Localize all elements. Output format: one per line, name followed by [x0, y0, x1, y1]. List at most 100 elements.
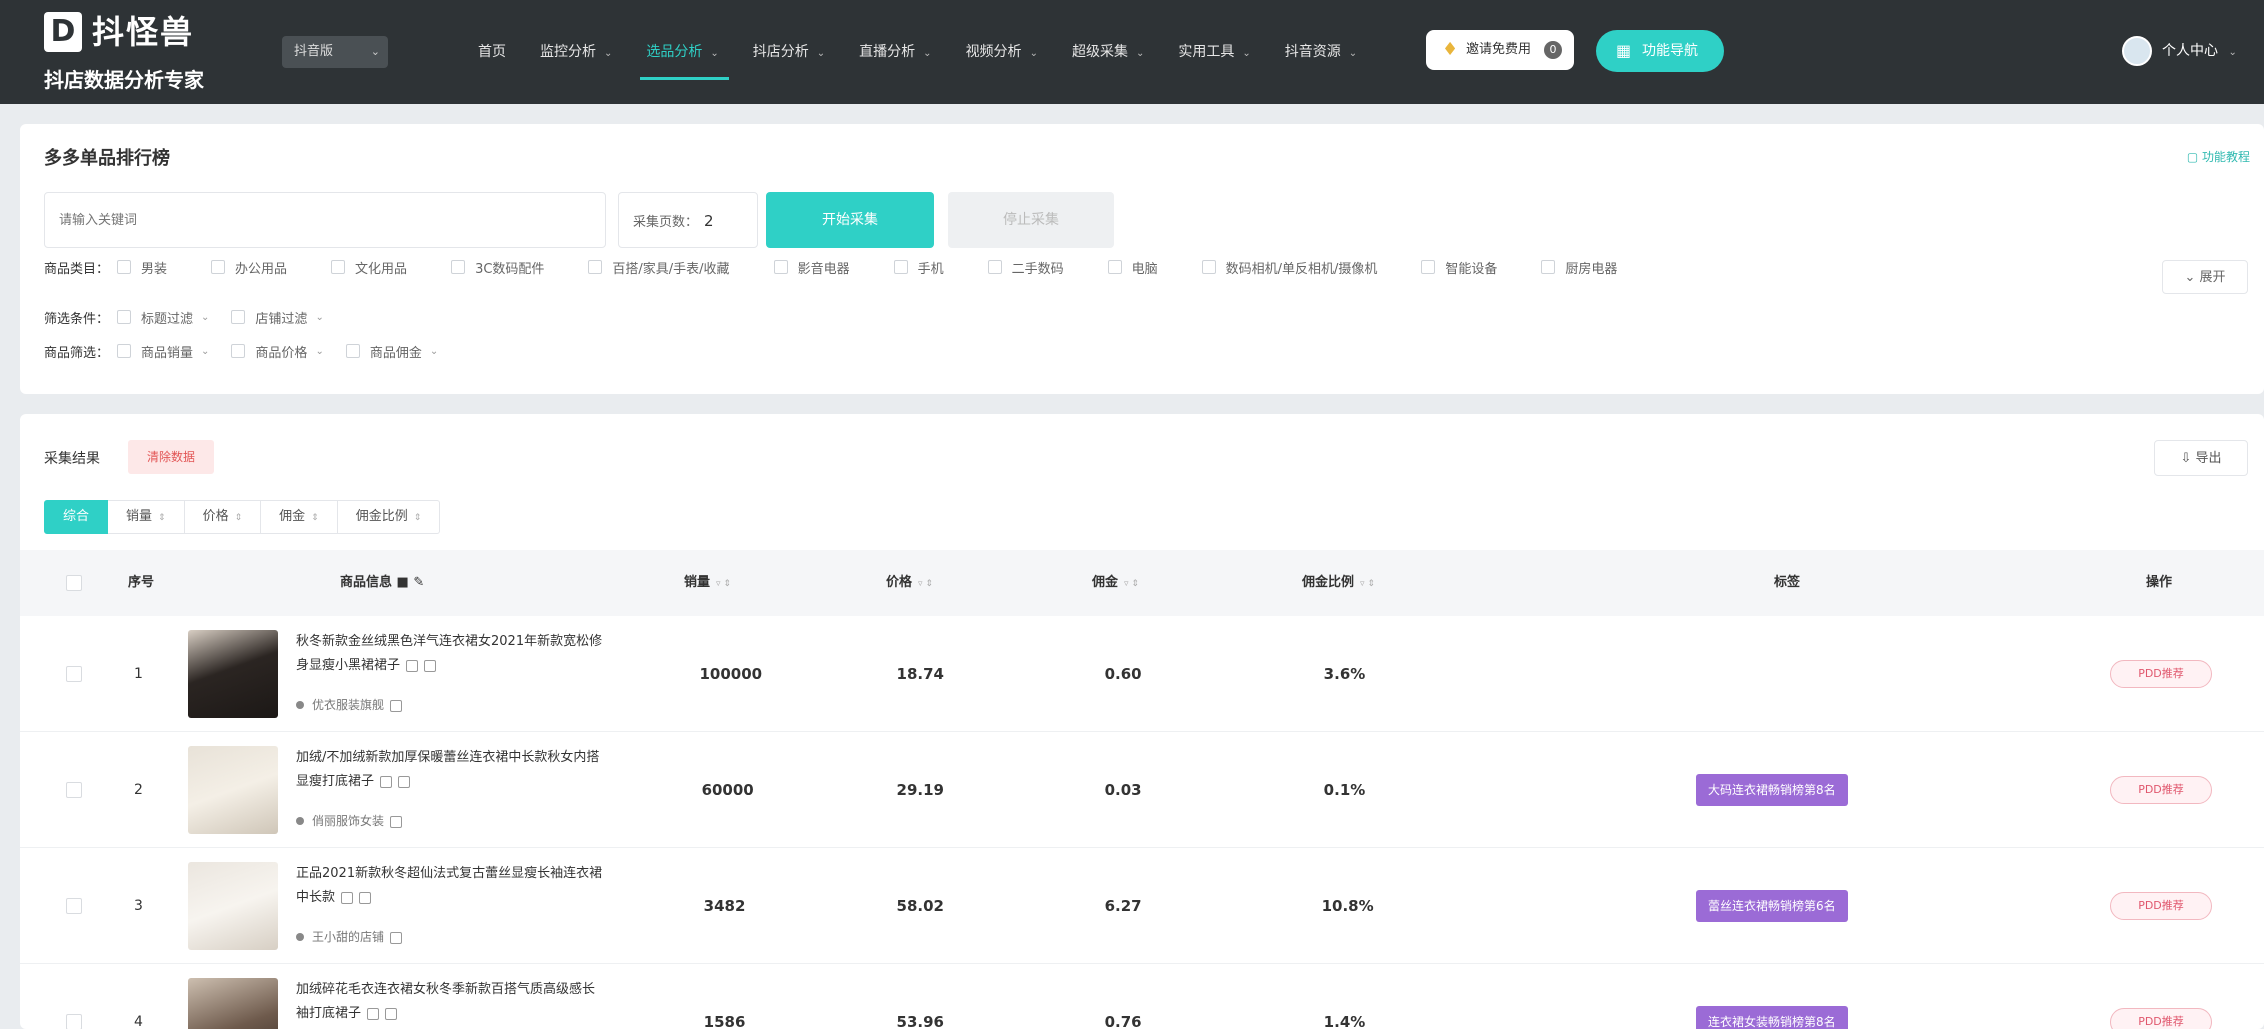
pages-field[interactable]: 采集页数： 2: [618, 192, 758, 248]
nav-item[interactable]: 实用工具 ⌄: [1178, 30, 1264, 74]
category-checkbox[interactable]: [117, 260, 132, 274]
category-checkbox[interactable]: [588, 260, 603, 274]
product-title[interactable]: 正品2021新款秋冬超仙法式复古蕾丝显瘦长袖连衣裙中长款: [296, 862, 606, 910]
product-title[interactable]: 加绒碎花毛衣连衣裙女秋冬季新款百搭气质高级感长袖打底裙子: [296, 978, 606, 1026]
category-option[interactable]: 百搭/家具/手表/收藏: [588, 258, 730, 277]
category-option[interactable]: 数码相机/单反相机/摄像机: [1201, 258, 1377, 277]
invite-button[interactable]: ♦ 邀请免费用 0: [1426, 30, 1574, 70]
category-option[interactable]: 智能设备: [1421, 258, 1497, 277]
nav-item[interactable]: 选品分析 ⌄: [640, 30, 732, 80]
category-option[interactable]: 文化用品: [331, 258, 407, 277]
nav-item[interactable]: 抖店分析 ⌄: [753, 30, 839, 74]
product-title[interactable]: 加绒/不加绒新款加厚保暖蕾丝连衣裙中长款秋女内搭显瘦打底裙子: [296, 746, 606, 794]
product-thumbnail[interactable]: [188, 630, 278, 718]
copy-icon[interactable]: [406, 659, 419, 672]
product-thumbnail[interactable]: [188, 862, 278, 950]
row-checkbox[interactable]: [66, 782, 82, 798]
row-checkbox[interactable]: [66, 666, 82, 682]
filter-dropdown[interactable]: 商品销量 ⌄: [117, 342, 209, 361]
category-checkbox[interactable]: [331, 260, 346, 274]
category-option[interactable]: 影音电器: [773, 258, 850, 277]
shop-name[interactable]: 俏丽服饰女装: [296, 812, 403, 829]
copy-icon[interactable]: [398, 775, 411, 788]
category-option[interactable]: 电脑: [1107, 258, 1158, 277]
copy-icon[interactable]: [380, 775, 393, 788]
export-button[interactable]: ⇩ 导出: [2154, 440, 2248, 476]
shop-name[interactable]: 优衣服装旗舰: [296, 696, 403, 713]
nav-item[interactable]: 直播分析 ⌄: [859, 30, 945, 74]
category-checkbox[interactable]: [1201, 260, 1216, 274]
category-checkbox[interactable]: [1421, 260, 1436, 274]
sort-tab[interactable]: 佣金 ⇕: [261, 500, 338, 534]
category-option[interactable]: 3C数码配件: [451, 258, 544, 277]
copy-icon[interactable]: [424, 659, 437, 672]
product-title[interactable]: 秋冬新款金丝绒黑色洋气连衣裙女2021年新款宽松修身显瘦小黑裙裙子: [296, 630, 606, 678]
product-thumbnail[interactable]: [188, 746, 278, 834]
nav-item[interactable]: 视频分析 ⌄: [966, 30, 1052, 74]
col-price[interactable]: 价格 ▿ ⇕: [886, 550, 933, 617]
filter-dropdown[interactable]: 商品价格 ⌄: [231, 342, 324, 361]
category-checkbox[interactable]: [773, 260, 788, 274]
category-checkbox[interactable]: [211, 260, 226, 274]
category-option[interactable]: 男装: [117, 258, 167, 277]
logo[interactable]: D 抖怪兽 抖店数据分析专家: [44, 12, 224, 94]
nav-item[interactable]: 抖音资源 ⌄: [1285, 30, 1371, 74]
clear-data-button[interactable]: 清除数据: [128, 440, 214, 474]
feature-nav-button[interactable]: ▦ 功能导航: [1596, 30, 1724, 72]
copy-icon[interactable]: [390, 931, 403, 944]
select-all-checkbox[interactable]: [66, 575, 82, 591]
col-rate[interactable]: 佣金比例 ▿ ⇕: [1302, 550, 1375, 617]
product-thumbnail[interactable]: [188, 978, 278, 1029]
start-collect-button[interactable]: 开始采集: [766, 192, 934, 248]
copy-icon[interactable]: [390, 699, 403, 712]
copy-icon[interactable]: [367, 1007, 380, 1020]
copy-icon[interactable]: [390, 815, 403, 828]
copy-icon[interactable]: [359, 891, 372, 904]
user-center[interactable]: 个人中心 ⌄: [2122, 30, 2237, 72]
category-checkbox[interactable]: [1107, 260, 1122, 274]
category-option-label: 办公用品: [235, 261, 288, 277]
category-option[interactable]: 手机: [893, 258, 944, 277]
expand-button[interactable]: ⌄ 展开: [2162, 260, 2248, 294]
sort-tab[interactable]: 佣金比例 ⇕: [337, 500, 441, 534]
row-checkbox[interactable]: [66, 1014, 82, 1029]
col-sales[interactable]: 销量 ▿ ⇕: [684, 550, 731, 617]
edit-icon[interactable]: ■ ✎: [397, 575, 425, 590]
filter-checkbox[interactable]: [231, 344, 246, 358]
copy-icon[interactable]: [341, 891, 354, 904]
category-checkbox[interactable]: [893, 260, 908, 274]
category-option[interactable]: 二手数码: [987, 258, 1064, 277]
category-checkbox[interactable]: [451, 260, 466, 274]
pdd-action-button[interactable]: PDD推荐: [2110, 660, 2212, 688]
pdd-action-button[interactable]: PDD推荐: [2110, 776, 2212, 804]
sort-tab[interactable]: 价格 ⇕: [184, 500, 262, 534]
category-checkbox[interactable]: [987, 260, 1002, 274]
version-select[interactable]: 抖音版 ⌄: [282, 36, 388, 68]
stop-collect-button[interactable]: 停止采集: [948, 192, 1114, 248]
pdd-action-button[interactable]: PDD推荐: [2110, 1008, 2212, 1029]
filter-dropdown[interactable]: 店铺过滤 ⌄: [231, 308, 324, 327]
copy-icon[interactable]: [385, 1007, 398, 1020]
filter-checkbox[interactable]: [231, 310, 246, 324]
nav-item[interactable]: 超级采集 ⌄: [1072, 30, 1158, 74]
row-checkbox[interactable]: [66, 898, 82, 914]
filter-dropdown[interactable]: 标题过滤 ⌄: [117, 308, 209, 327]
sort-tab[interactable]: 销量 ⇕: [108, 500, 185, 534]
sort-tab[interactable]: 综合: [44, 500, 109, 534]
feature-nav-label: 功能导航: [1642, 43, 1698, 59]
filter-conditions-row: 筛选条件： 标题过滤 ⌄ 店铺过滤 ⌄: [44, 302, 346, 332]
filter-checkbox[interactable]: [345, 344, 360, 358]
keyword-input[interactable]: [44, 192, 606, 248]
category-option[interactable]: 厨房电器: [1541, 258, 1617, 277]
filter-dropdown[interactable]: 商品佣金 ⌄: [345, 342, 438, 361]
nav-item[interactable]: 首页: [478, 30, 520, 74]
filter-checkbox[interactable]: [117, 344, 132, 358]
tutorial-link[interactable]: ▢ 功能教程: [2187, 148, 2250, 165]
col-commission[interactable]: 佣金 ▿ ⇕: [1092, 550, 1139, 617]
filter-checkbox[interactable]: [117, 310, 132, 324]
category-option[interactable]: 办公用品: [211, 258, 287, 277]
shop-name[interactable]: 王小甜的店铺: [296, 928, 403, 945]
nav-item[interactable]: 监控分析 ⌄: [540, 30, 626, 74]
pdd-action-button[interactable]: PDD推荐: [2110, 892, 2212, 920]
category-checkbox[interactable]: [1541, 260, 1556, 274]
